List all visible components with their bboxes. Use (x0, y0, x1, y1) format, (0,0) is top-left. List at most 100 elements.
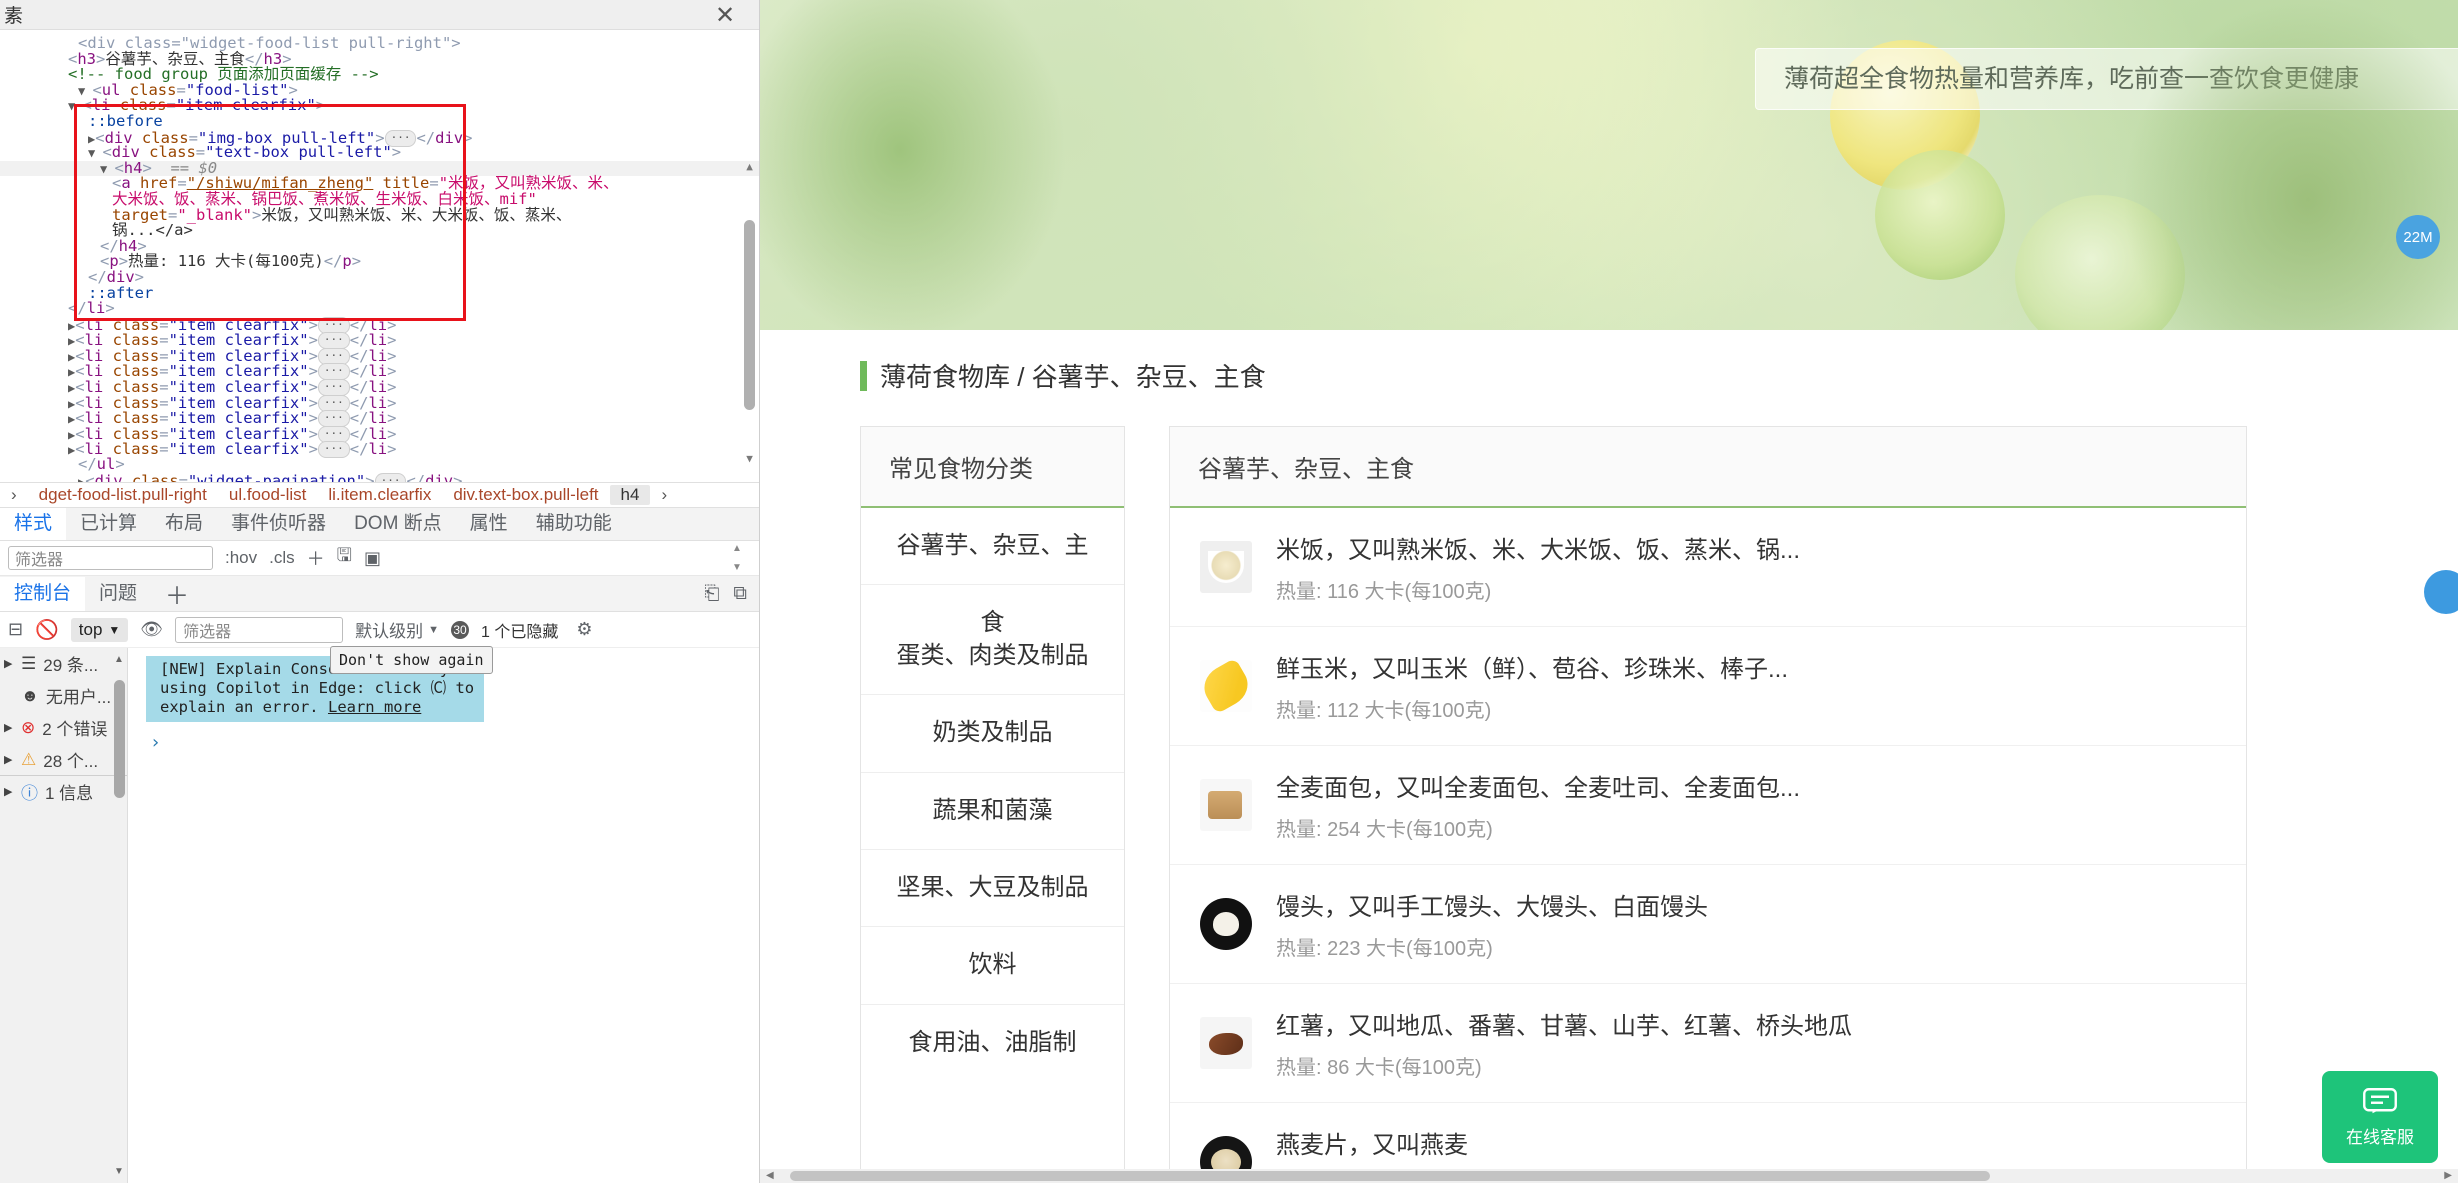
console-sidebar-scrollbar[interactable]: ▲ ▼ (111, 648, 127, 1183)
console-level-select[interactable]: 默认级别 ▼ (355, 617, 439, 642)
sidebar-item-messages[interactable]: ▶ ☰ 29 条... (0, 648, 127, 680)
tab-layout[interactable]: 布局 (151, 508, 217, 540)
dom-tree-line[interactable]: ▶<li class="item clearfix"> ··· </li> (0, 316, 759, 334)
disclosure-triangle-icon[interactable]: ▼ (68, 99, 82, 113)
tab-computed[interactable]: 已计算 (66, 508, 151, 540)
no-entry-icon[interactable]: 🚫 (35, 618, 59, 642)
sidebar-item-user-messages[interactable]: ☻ 无用户... (0, 680, 127, 712)
breadcrumb-crumb[interactable]: li.item.clearfix (317, 485, 442, 505)
scroll-up-icon[interactable]: ▲ (114, 654, 124, 665)
tab-console[interactable]: 控制台 (0, 576, 86, 611)
food-title[interactable]: 米饭，又叫熟米饭、米、大米饭、饭、蒸米、锅... (1276, 530, 2216, 565)
category-item[interactable]: 谷薯芋、杂豆、主 (861, 508, 1124, 586)
breadcrumb-overflow-icon[interactable]: › (0, 485, 28, 505)
food-list-item[interactable]: 米饭，又叫熟米饭、米、大米饭、饭、蒸米、锅... 热量: 116 大卡(每100… (1170, 508, 2246, 627)
scroll-down-icon[interactable]: ▼ (114, 1166, 124, 1177)
search-bar[interactable] (1755, 48, 2458, 110)
live-expression-icon[interactable]: 👁 (140, 619, 163, 640)
food-list-item[interactable]: 鲜玉米，又叫玉米（鲜）、苞谷、珍珠米、棒子... 热量: 112 大卡(每100… (1170, 627, 2246, 746)
dont-show-again-button[interactable]: Don't show again (330, 646, 493, 674)
category-item[interactable]: 饮料 (861, 927, 1124, 1005)
category-item[interactable]: 蔬果和菌藻 (861, 773, 1124, 850)
cls-toggle[interactable]: .cls (269, 548, 295, 568)
breadcrumb-crumb[interactable]: div.text-box.pull-left (442, 485, 609, 505)
sidebar-item-info[interactable]: ▶ ⓘ 1 信息 (0, 776, 127, 808)
dom-tree-line[interactable]: ▶<li class="item clearfix"> ··· </li> (0, 425, 759, 443)
horizontal-scrollbar[interactable]: ◀ ▶ (760, 1169, 2458, 1183)
dom-tree-line[interactable]: ▶<div class="widget-pagination"> ··· </div… (0, 472, 759, 482)
execution-context-select[interactable]: top ▼ (70, 617, 129, 642)
dom-tree-line[interactable]: ▶<li class="item clearfix"> ··· </li> (0, 410, 759, 428)
scroll-down-icon[interactable]: ▼ (743, 452, 756, 465)
styles-scrollbar[interactable]: ▲ ▼ (732, 541, 745, 575)
styles-filter-input[interactable]: 筛选器 (8, 546, 213, 570)
close-icon[interactable]: ✕ (701, 0, 749, 30)
expand-ellipsis-icon[interactable]: ··· (374, 472, 407, 482)
expand-ellipsis-icon[interactable]: ··· (317, 363, 350, 381)
dom-tree-line[interactable]: ▶<li class="item clearfix"> ··· </li> (0, 394, 759, 412)
food-title[interactable]: 红薯，又叫地瓜、番薯、甘薯、山芋、红薯、桥头地瓜 (1276, 1006, 2216, 1041)
console-prompt-caret[interactable]: › (146, 732, 759, 753)
chevron-right-icon[interactable]: ▶ (4, 721, 14, 734)
plus-icon[interactable]: ＋ (151, 576, 203, 611)
console-filter-input[interactable]: 筛选器 (175, 616, 344, 643)
expand-ellipsis-icon[interactable]: ··· (317, 410, 350, 428)
food-title[interactable]: 馒头，又叫手工馒头、大馒头、白面馒头 (1276, 887, 2216, 922)
tab-properties[interactable]: 属性 (456, 508, 522, 540)
expand-ellipsis-icon[interactable]: ··· (317, 394, 350, 412)
chevron-right-icon[interactable]: ▶ (4, 657, 14, 670)
disclosure-triangle-icon[interactable]: ▼ (88, 146, 102, 160)
hov-toggle[interactable]: :hov (225, 548, 257, 568)
chevron-right-icon[interactable]: ▶ (4, 753, 14, 766)
food-title[interactable]: 燕麦片，又叫燕麦 (1276, 1125, 2216, 1160)
dock-side-icon[interactable]: ⎗ (704, 583, 719, 605)
dom-tree-line[interactable]: </li> (0, 300, 759, 317)
dom-tree-line[interactable]: </ul> (0, 456, 759, 473)
sidebar-item-warnings[interactable]: ▶ ⚠ 28 个... (0, 744, 127, 776)
breadcrumb-crumb[interactable]: ul.food-list (218, 485, 317, 505)
expand-ellipsis-icon[interactable]: ··· (317, 441, 350, 459)
customer-service-button[interactable]: 在线客服 (2322, 1071, 2438, 1163)
horizontal-scrollbar-thumb[interactable] (790, 1171, 1990, 1181)
food-title[interactable]: 全麦面包，又叫全麦面包、全麦吐司、全麦面包... (1276, 768, 2216, 803)
breadcrumb-crumb-active[interactable]: h4 (609, 485, 651, 505)
sidebar-item-errors[interactable]: ▶ ⊗ 2 个错误 (0, 712, 127, 744)
clear-console-icon[interactable]: ⊟ (8, 619, 23, 640)
food-list-item[interactable]: 馒头，又叫手工馒头、大馒头、白面馒头 热量: 223 大卡(每100克) (1170, 865, 2246, 984)
category-item[interactable]: 食用油、油脂制 (861, 1005, 1124, 1081)
tab-dom-breakpoints[interactable]: DOM 断点 (340, 508, 456, 540)
dom-tree-line[interactable]: ▶<li class="item clearfix"> ··· </li> (0, 379, 759, 397)
plus-icon[interactable]: ＋ (307, 545, 325, 571)
category-item[interactable]: 坚果、大豆及制品 (861, 850, 1124, 928)
expand-ellipsis-icon[interactable]: ··· (317, 425, 350, 443)
breadcrumb-crumb[interactable]: dget-food-list.pull-right (28, 485, 218, 505)
gear-icon[interactable]: ⚙ (576, 619, 592, 640)
food-list-item[interactable]: 全麦面包，又叫全麦面包、全麦吐司、全麦面包... 热量: 254 大卡(每100… (1170, 746, 2246, 865)
dom-tree-scrollbar[interactable]: ▲ ▼ (743, 60, 756, 465)
expand-ellipsis-icon[interactable]: ··· (317, 379, 350, 397)
issues-badge[interactable]: 30 (451, 620, 470, 639)
dom-tree-line[interactable]: ▶<li class="item clearfix"> ··· </li> (0, 332, 759, 350)
learn-more-link[interactable]: Learn more (328, 698, 421, 716)
memory-badge[interactable]: 22M (2396, 215, 2440, 259)
tab-issues[interactable]: 问题 (85, 577, 151, 611)
console-sidebar-scroll-thumb[interactable] (114, 680, 125, 798)
chevron-right-icon[interactable]: ▶ (4, 785, 14, 798)
expand-ellipsis-icon[interactable]: ··· (317, 316, 350, 334)
tab-event-listeners[interactable]: 事件侦听器 (217, 508, 340, 540)
category-item[interactable]: 食 蛋类、肉类及制品 (861, 585, 1124, 696)
hidden-messages-label[interactable]: 1 个已隐藏 (481, 618, 558, 642)
panel-layout-icon[interactable]: ⧉ (733, 583, 747, 605)
food-list-item[interactable]: 红薯，又叫地瓜、番薯、甘薯、山芋、红薯、桥头地瓜 热量: 86 大卡(每100克… (1170, 984, 2246, 1103)
expand-ellipsis-icon[interactable]: ··· (317, 347, 350, 365)
expand-ellipsis-icon[interactable]: ··· (317, 332, 350, 350)
tab-styles[interactable]: 样式 (0, 508, 67, 540)
tab-accessibility[interactable]: 辅助功能 (522, 508, 626, 540)
styles-scroll[interactable]: ▲ ▼ (732, 541, 751, 575)
dom-scroll-thumb[interactable] (744, 220, 755, 410)
scroll-up-icon[interactable]: ▲ (743, 160, 756, 173)
breadcrumb-next-icon[interactable]: › (650, 485, 678, 505)
dom-tree-line[interactable]: ▶<li class="item clearfix"> ··· </li> (0, 347, 759, 365)
category-item[interactable]: 奶类及制品 (861, 695, 1124, 773)
computed-sidebar-icon[interactable]: ▣ (364, 548, 381, 569)
